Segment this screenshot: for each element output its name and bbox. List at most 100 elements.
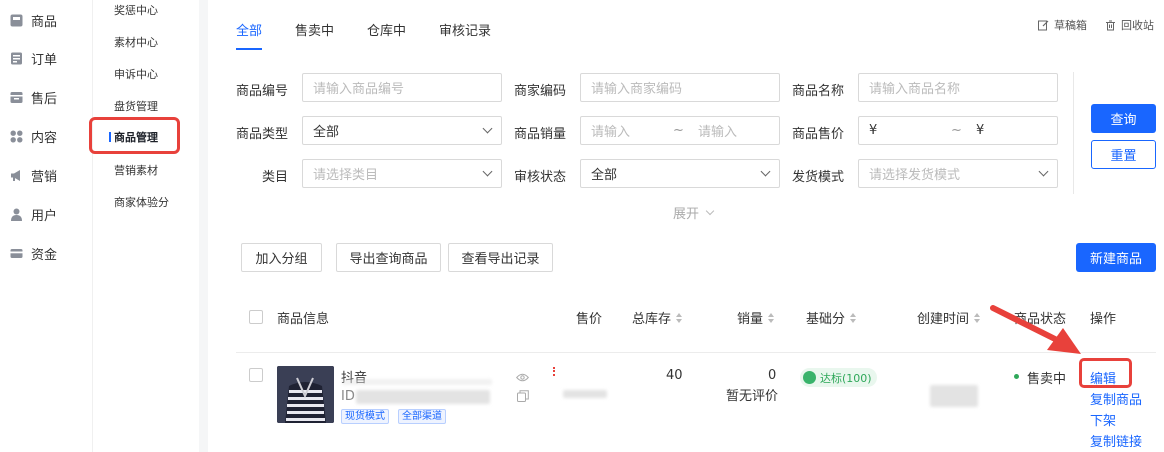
content-icon bbox=[10, 130, 23, 142]
chevron-down-icon bbox=[482, 166, 493, 177]
product-image-icon bbox=[277, 366, 334, 423]
annotation-arrow-icon bbox=[990, 305, 1081, 354]
header-sales[interactable]: 销量 bbox=[737, 308, 775, 327]
copy-icon[interactable] bbox=[517, 390, 529, 402]
filter-divider bbox=[1073, 72, 1074, 194]
copy-product-link[interactable]: 复制商品 bbox=[1090, 389, 1142, 408]
sales-value: 0 bbox=[768, 368, 777, 383]
nav-item-funds[interactable]: 资金 bbox=[10, 242, 57, 264]
nav-item-marketing[interactable]: 营销 bbox=[10, 164, 57, 186]
product-thumbnail[interactable] bbox=[277, 366, 334, 423]
export-records-button[interactable]: 查看导出记录 bbox=[448, 243, 553, 272]
tag-spot-mode: 现货模式 bbox=[341, 409, 389, 424]
subnav-item-experience-score[interactable]: 商家体验分 bbox=[114, 194, 169, 210]
stock-value: 40 bbox=[666, 368, 683, 383]
chevron-down-icon bbox=[1038, 166, 1049, 177]
row-checkbox[interactable] bbox=[249, 368, 263, 382]
nav-item-aftersale[interactable]: 售后 bbox=[10, 86, 57, 108]
recycle-bin-link[interactable]: 回收站 bbox=[1105, 17, 1154, 33]
product-icon bbox=[10, 14, 23, 26]
price-range-input[interactable]: ¥ ~ ¥ bbox=[858, 116, 1058, 145]
header-base-score[interactable]: 基础分 bbox=[806, 308, 857, 327]
edit-icon bbox=[1038, 20, 1049, 30]
review-status-label: 审核状态 bbox=[513, 170, 566, 185]
more-dots-icon[interactable] bbox=[553, 367, 555, 376]
category-label: 类目 bbox=[261, 170, 288, 185]
chevron-down-icon bbox=[760, 166, 771, 177]
nav-item-product[interactable]: 商品 bbox=[10, 9, 57, 31]
rating-text: 暂无评价 bbox=[726, 389, 779, 404]
tag-all-channels: 全部渠道 bbox=[398, 409, 446, 424]
shipping-mode-label: 发货模式 bbox=[791, 170, 844, 185]
review-status-select[interactable]: 全部 bbox=[580, 159, 780, 188]
nav-item-order[interactable]: 订单 bbox=[10, 47, 57, 69]
header-stock[interactable]: 总库存 bbox=[632, 308, 683, 327]
subnav-item-materials[interactable]: 素材中心 bbox=[114, 34, 158, 50]
sort-icon bbox=[676, 312, 683, 324]
annotation-highlight-edit bbox=[1079, 358, 1132, 388]
tab-on-sale[interactable]: 售卖中 bbox=[295, 20, 334, 50]
reset-button[interactable]: 重置 bbox=[1091, 140, 1156, 169]
primary-nav: 商品 订单 售后 内容 营销 用户 资金 bbox=[0, 0, 93, 452]
redacted-created-time bbox=[930, 385, 978, 407]
product-id-input[interactable]: 请输入商品编号 bbox=[302, 73, 502, 102]
sales-range-input[interactable]: 请输入 ~ 请输入 bbox=[580, 116, 780, 145]
redacted-id bbox=[356, 390, 490, 404]
export-query-button[interactable]: 导出查询商品 bbox=[336, 243, 441, 272]
shipping-mode-select[interactable]: 请选择发货模式 bbox=[858, 159, 1058, 188]
wallet-icon bbox=[10, 248, 23, 258]
redacted-price bbox=[563, 390, 607, 398]
redacted-title bbox=[342, 379, 492, 385]
header-product-info: 商品信息 bbox=[277, 312, 330, 327]
chevron-down-icon bbox=[482, 123, 493, 134]
megaphone-icon bbox=[11, 169, 20, 181]
subnav-item-marketing-materials[interactable]: 营销素材 bbox=[114, 162, 158, 178]
product-type-label: 商品类型 bbox=[235, 127, 288, 142]
delist-link[interactable]: 下架 bbox=[1090, 410, 1116, 429]
sort-icon bbox=[974, 312, 981, 324]
smile-icon bbox=[803, 371, 816, 384]
tab-warehouse[interactable]: 仓库中 bbox=[367, 20, 406, 50]
nav-item-content[interactable]: 内容 bbox=[10, 125, 57, 147]
copy-link-link[interactable]: 复制链接 bbox=[1090, 431, 1142, 450]
expand-filters-toggle[interactable]: 展开 bbox=[673, 203, 715, 222]
tab-all[interactable]: 全部 bbox=[236, 20, 263, 50]
status-tabs: 全部 售卖中 仓库中 审核记录 bbox=[236, 20, 524, 50]
product-id-label-text: ID bbox=[341, 389, 355, 404]
status-dot-icon bbox=[1014, 374, 1019, 379]
subnav-item-inventory[interactable]: 盘货管理 bbox=[114, 98, 158, 114]
category-select[interactable]: 请选择类目 bbox=[302, 159, 502, 188]
subnav-item-rewards[interactable]: 奖惩中心 bbox=[114, 2, 158, 18]
tab-review-records[interactable]: 审核记录 bbox=[439, 20, 491, 50]
user-icon bbox=[11, 208, 22, 221]
score-badge: 达标(100) bbox=[800, 368, 877, 387]
subnav-item-appeals[interactable]: 申诉中心 bbox=[114, 66, 158, 82]
sort-icon bbox=[850, 312, 857, 324]
new-product-button[interactable]: 新建商品 bbox=[1076, 243, 1156, 272]
select-all-checkbox[interactable] bbox=[249, 310, 263, 324]
header-created-time[interactable]: 创建时间 bbox=[917, 308, 981, 327]
drafts-link[interactable]: 草稿箱 bbox=[1038, 17, 1087, 33]
product-type-select[interactable]: 全部 bbox=[302, 116, 502, 145]
aftersale-icon bbox=[10, 91, 23, 103]
trash-icon bbox=[1106, 20, 1115, 30]
sort-icon bbox=[768, 312, 775, 324]
preview-eye-icon[interactable] bbox=[516, 373, 529, 382]
chevron-down-icon bbox=[705, 206, 715, 215]
header-price: 售价 bbox=[576, 312, 603, 327]
price-label: 商品售价 bbox=[791, 127, 844, 142]
product-name-label: 商品名称 bbox=[791, 84, 844, 99]
query-button[interactable]: 查询 bbox=[1091, 104, 1156, 133]
merchant-code-label: 商家编码 bbox=[513, 84, 566, 99]
secondary-nav: 奖惩中心 素材中心 申诉中心 盘货管理 商品管理 营销素材 商家体验分 bbox=[93, 0, 199, 452]
sales-label: 商品销量 bbox=[513, 127, 566, 142]
add-to-group-button[interactable]: 加入分组 bbox=[241, 243, 322, 272]
header-operations: 操作 bbox=[1090, 312, 1117, 327]
product-name-input[interactable]: 请输入商品名称 bbox=[858, 73, 1058, 102]
annotation-highlight-nav bbox=[89, 117, 180, 154]
status-text: 售卖中 bbox=[1027, 372, 1067, 387]
merchant-code-input[interactable]: 请输入商家编码 bbox=[580, 73, 780, 102]
nav-item-user[interactable]: 用户 bbox=[10, 203, 57, 225]
order-icon bbox=[11, 52, 22, 64]
product-id-label: 商品编号 bbox=[235, 84, 288, 99]
